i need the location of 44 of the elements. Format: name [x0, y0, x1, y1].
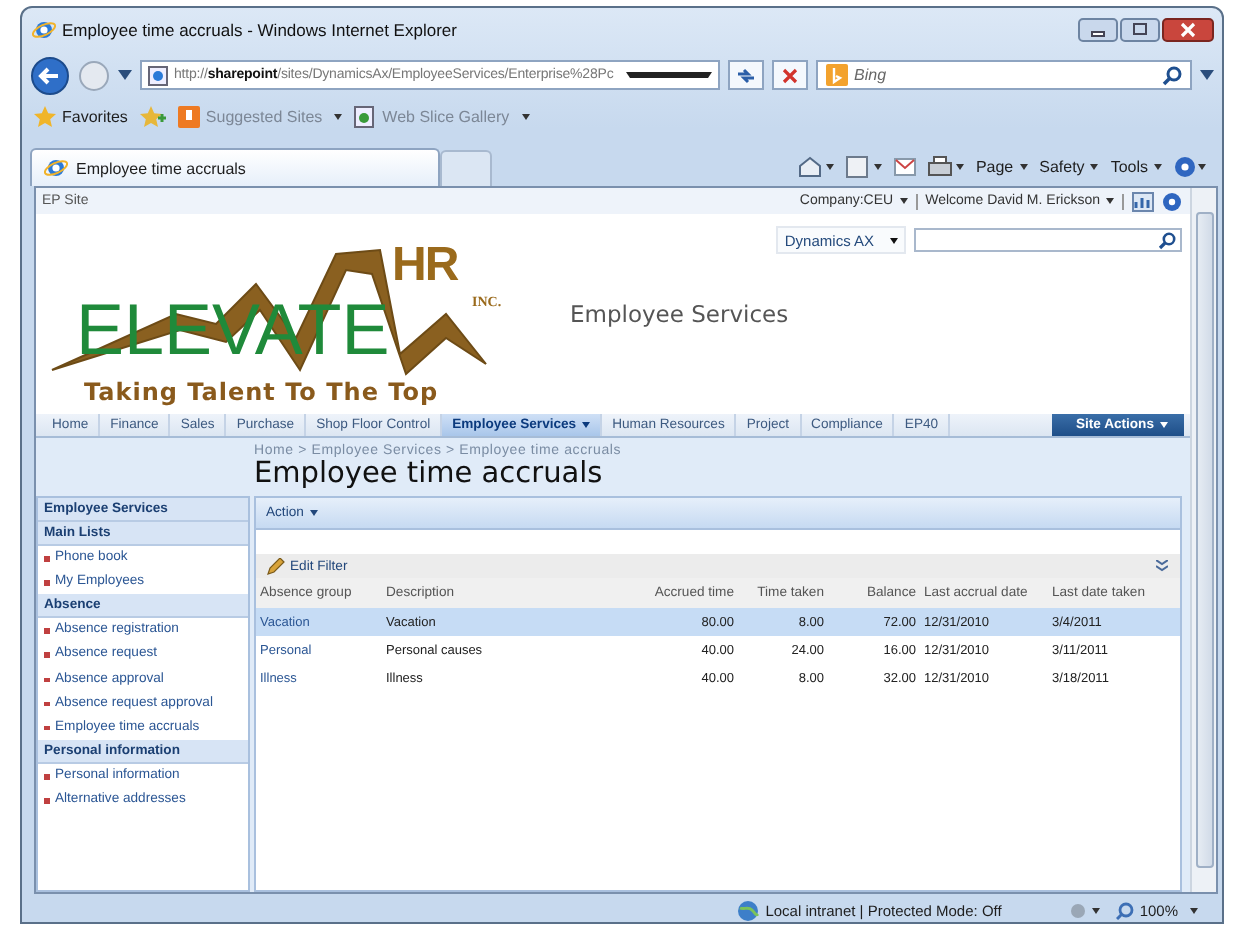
- browser-icon: [32, 18, 56, 42]
- refresh-icon: [736, 65, 756, 85]
- logo-mark: HR: [392, 238, 458, 294]
- help-icon[interactable]: [1174, 156, 1206, 178]
- page-icon: [148, 65, 168, 85]
- dropdown-arrow-icon[interactable]: [118, 70, 132, 80]
- minimize-button[interactable]: [1078, 18, 1118, 42]
- help-icon[interactable]: [1162, 191, 1182, 211]
- star-icon: [34, 105, 56, 127]
- page-title: Employee time accruals: [254, 458, 605, 490]
- maximize-button[interactable]: [1120, 18, 1160, 42]
- magnifier-icon: [1115, 901, 1134, 919]
- chart-icon[interactable]: [1132, 191, 1154, 211]
- command-menu[interactable]: Page: [975, 158, 1028, 176]
- add-favorite-icon[interactable]: [139, 105, 166, 127]
- refresh-button[interactable]: [728, 60, 764, 90]
- home-icon[interactable]: [797, 156, 834, 178]
- vertical-scrollbar[interactable]: [1190, 188, 1216, 892]
- command-menu[interactable]: Safety: [1039, 158, 1099, 176]
- favorites-button[interactable]: Favorites: [34, 105, 128, 127]
- mail-icon[interactable]: [893, 158, 916, 176]
- printer-icon[interactable]: [927, 156, 964, 178]
- globe-icon: [735, 899, 760, 921]
- square-icon: [177, 105, 200, 127]
- page-icon: [354, 105, 377, 127]
- command-menu[interactable]: Tools: [1110, 158, 1162, 176]
- back-button[interactable]: [30, 55, 70, 95]
- browser-tab[interactable]: Employee time accruals: [30, 148, 440, 186]
- search-box[interactable]: Bing: [816, 60, 1192, 90]
- site-search-field[interactable]: [914, 228, 1182, 252]
- stop-button[interactable]: [772, 60, 808, 90]
- window-title: Employee time accruals - Windows Internet Explorer: [62, 20, 459, 40]
- logo-tagline: Taking Talent To The Top: [84, 378, 439, 406]
- site-title: Employee Services: [570, 300, 789, 328]
- close-button[interactable]: [1162, 18, 1214, 42]
- search-field[interactable]: Bing: [854, 66, 1156, 84]
- search-provider-icon: [826, 64, 848, 86]
- collapse-icon[interactable]: [1156, 560, 1168, 572]
- search-icon: [1162, 65, 1182, 85]
- feed-icon[interactable]: [845, 156, 882, 178]
- dropdown-arrow-icon[interactable]: [1200, 70, 1214, 80]
- search-icon: [1158, 231, 1176, 249]
- stop-icon: [780, 65, 800, 85]
- browser-icon: [44, 156, 68, 180]
